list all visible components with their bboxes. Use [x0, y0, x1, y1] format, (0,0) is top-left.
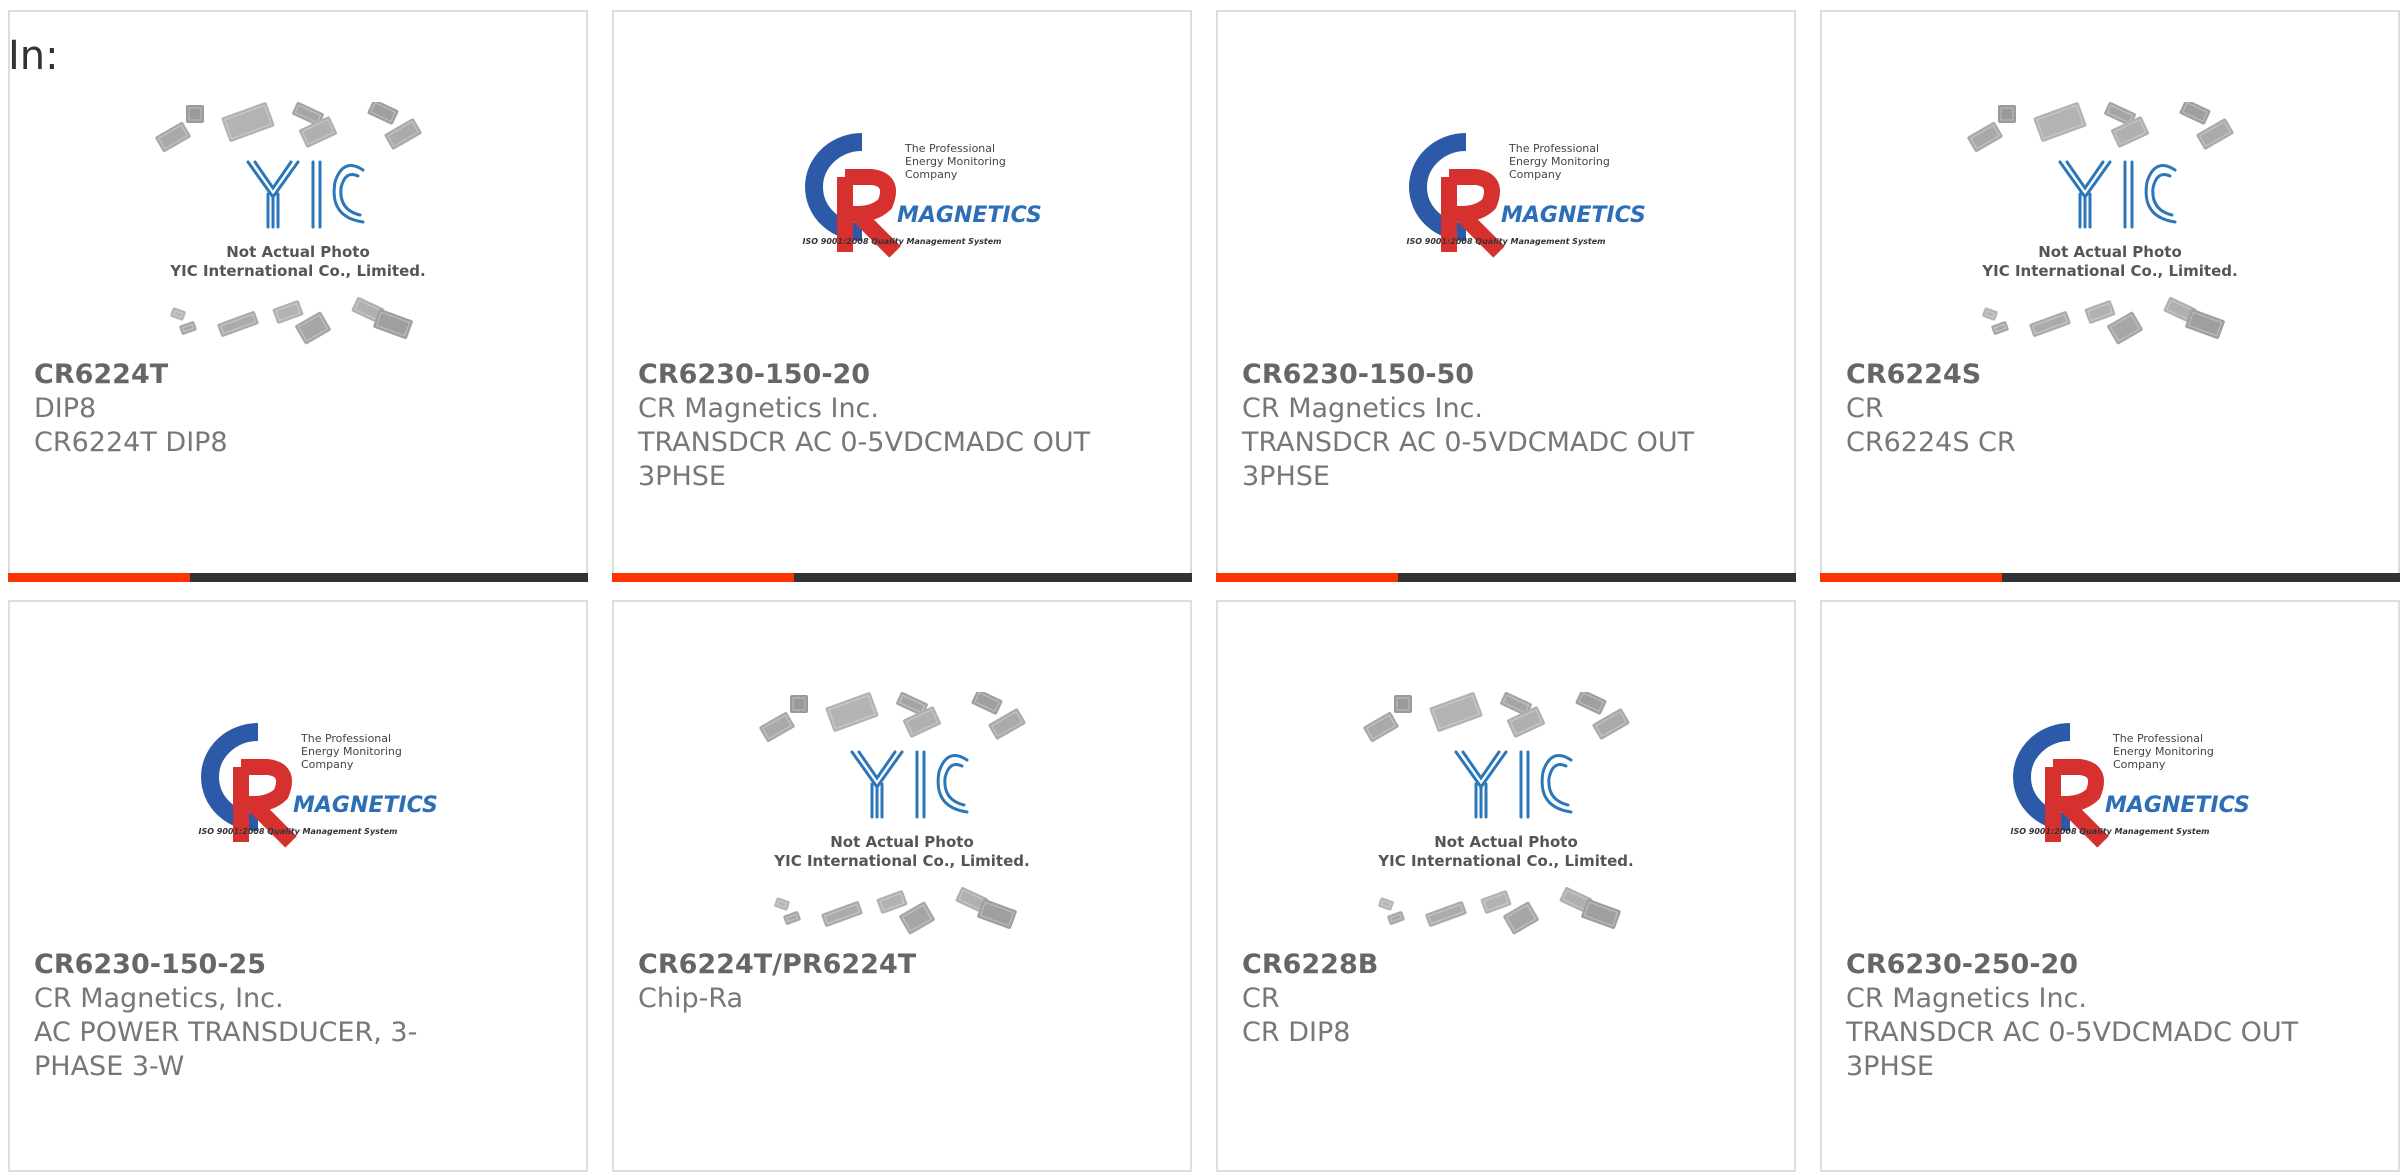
product-image[interactable]: The Professional Energy Monitoring Company…: [1965, 692, 2255, 942]
svg-text:Not Actual Photo: Not Actual Photo: [226, 243, 370, 261]
svg-text:Not Actual Photo: Not Actual Photo: [1434, 833, 1578, 851]
product-part-number[interactable]: CR6230-150-25: [34, 948, 562, 982]
product-part-number[interactable]: CR6230-250-20: [1846, 948, 2374, 982]
product-description: AC POWER TRANSDUCER, 3-: [34, 1017, 418, 1048]
card-bottom-bar: [1820, 573, 2400, 582]
product-manufacturer: CR Magnetics, Inc.: [34, 983, 284, 1014]
svg-text:Not Actual Photo: Not Actual Photo: [2038, 243, 2182, 261]
svg-text:YIC International Co., Limited: YIC International Co., Limited.: [169, 262, 425, 280]
svg-text:Energy Monitoring: Energy Monitoring: [905, 155, 1006, 168]
svg-text:Energy Monitoring: Energy Monitoring: [2113, 745, 2214, 758]
filter-label: In:: [8, 33, 59, 79]
svg-text:Energy Monitoring: Energy Monitoring: [1509, 155, 1610, 168]
svg-text:MAGNETICS: MAGNETICS: [1501, 203, 1646, 228]
product-card[interactable]: The Professional Energy Monitoring Company…: [612, 10, 1192, 582]
svg-text:MAGNETICS: MAGNETICS: [2105, 793, 2250, 818]
svg-text:MAGNETICS: MAGNETICS: [293, 793, 438, 818]
svg-text:MAGNETICS: MAGNETICS: [897, 203, 1042, 228]
svg-text:YIC International Co., Limited: YIC International Co., Limited.: [773, 852, 1029, 870]
svg-text:Company: Company: [1509, 168, 1562, 181]
product-description-cont: 3PHSE: [638, 461, 726, 492]
product-image[interactable]: Not Actual Photo YIC International Co., L…: [1361, 689, 1651, 942]
svg-text:Not Actual Photo: Not Actual Photo: [830, 833, 974, 851]
svg-text:ISO 9001:2008 Quality Manageme: ISO 9001:2008 Quality Management System: [802, 237, 1001, 246]
product-part-number[interactable]: CR6230-150-50: [1242, 358, 1770, 392]
product-description: TRANSDCR AC 0-5VDCMADC OUT: [1846, 1017, 2299, 1048]
product-manufacturer: Chip-Ra: [638, 983, 744, 1014]
product-description: CR6224T DIP8: [34, 427, 228, 458]
product-manufacturer: CR Magnetics Inc.: [638, 393, 879, 424]
svg-text:ISO 9001:2008 Quality Manageme: ISO 9001:2008 Quality Management System: [198, 827, 397, 836]
svg-text:The Professional: The Professional: [1508, 142, 1599, 155]
product-card[interactable]: Not Actual Photo YIC International Co., L…: [612, 600, 1192, 1172]
product-card[interactable]: Not Actual Photo YIC International Co., L…: [8, 10, 588, 582]
product-manufacturer: CR Magnetics Inc.: [1242, 393, 1483, 424]
svg-text:Company: Company: [301, 758, 354, 771]
card-bar-accent: [8, 573, 190, 582]
product-image[interactable]: Not Actual Photo YIC International Co., L…: [153, 99, 443, 352]
product-description-cont: 3PHSE: [1242, 461, 1330, 492]
product-description-cont: PHASE 3-W: [34, 1051, 185, 1082]
product-card[interactable]: Not Actual Photo YIC International Co., L…: [1820, 10, 2400, 582]
product-image[interactable]: The Professional Energy Monitoring Company…: [757, 102, 1047, 352]
product-manufacturer: CR: [1846, 393, 1884, 424]
product-image[interactable]: Not Actual Photo YIC International Co., L…: [757, 689, 1047, 942]
product-description: CR6224S CR: [1846, 427, 2016, 458]
product-image[interactable]: The Professional Energy Monitoring Company…: [1361, 102, 1651, 352]
product-card[interactable]: The Professional Energy Monitoring Company…: [8, 600, 588, 1172]
product-description: TRANSDCR AC 0-5VDCMADC OUT: [638, 427, 1091, 458]
product-part-number[interactable]: CR6224T/PR6224T: [638, 948, 1166, 982]
product-card[interactable]: The Professional Energy Monitoring Company…: [1820, 600, 2400, 1172]
product-manufacturer: CR Magnetics Inc.: [1846, 983, 2087, 1014]
svg-text:The Professional: The Professional: [2112, 732, 2203, 745]
svg-text:The Professional: The Professional: [300, 732, 391, 745]
card-bar-accent: [1216, 573, 1398, 582]
product-card[interactable]: Not Actual Photo YIC International Co., L…: [1216, 600, 1796, 1172]
product-description-cont: 3PHSE: [1846, 1051, 1934, 1082]
product-manufacturer: CR: [1242, 983, 1280, 1014]
product-manufacturer: DIP8: [34, 393, 97, 424]
product-description: CR DIP8: [1242, 1017, 1351, 1048]
product-card[interactable]: The Professional Energy Monitoring Company…: [1216, 10, 1796, 582]
card-bottom-bar: [612, 573, 1192, 582]
svg-text:The Professional: The Professional: [904, 142, 995, 155]
product-part-number[interactable]: CR6228B: [1242, 948, 1770, 982]
product-image[interactable]: Not Actual Photo YIC International Co., L…: [1965, 99, 2255, 352]
svg-text:YIC International Co., Limited: YIC International Co., Limited.: [1981, 262, 2237, 280]
svg-text:ISO 9001:2008 Quality Manageme: ISO 9001:2008 Quality Management System: [1406, 237, 1605, 246]
card-bottom-bar: [1216, 573, 1796, 582]
product-part-number[interactable]: CR6230-150-20: [638, 358, 1166, 392]
svg-text:Company: Company: [2113, 758, 2166, 771]
card-bar-accent: [1820, 573, 2002, 582]
svg-text:Company: Company: [905, 168, 958, 181]
product-description: TRANSDCR AC 0-5VDCMADC OUT: [1242, 427, 1695, 458]
card-bar-accent: [612, 573, 794, 582]
svg-text:YIC International Co., Limited: YIC International Co., Limited.: [1377, 852, 1633, 870]
product-part-number[interactable]: CR6224S: [1846, 358, 2374, 392]
svg-text:ISO 9001:2008 Quality Manageme: ISO 9001:2008 Quality Management System: [2010, 827, 2209, 836]
product-part-number[interactable]: CR6224T: [34, 358, 562, 392]
product-image[interactable]: The Professional Energy Monitoring Company…: [153, 692, 443, 942]
card-bottom-bar: [8, 573, 588, 582]
svg-text:Energy Monitoring: Energy Monitoring: [301, 745, 402, 758]
